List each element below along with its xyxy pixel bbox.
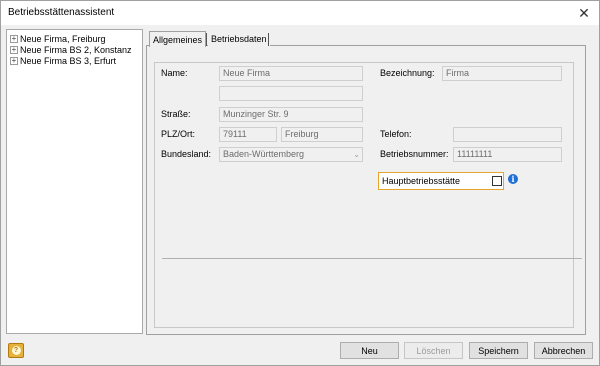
form-divider	[162, 258, 582, 259]
phone-label: Telefon:	[380, 129, 412, 139]
name2-field[interactable]	[219, 86, 363, 101]
name-field[interactable]: Neue Firma	[219, 66, 363, 81]
plz-city-label: PLZ/Ort:	[161, 129, 196, 139]
designation-field[interactable]: Firma	[442, 66, 562, 81]
help-button[interactable]: ?	[8, 343, 24, 358]
company-number-field[interactable]: 11111111	[453, 147, 562, 162]
title-bar: Betriebsstättenassistent ✕	[1, 1, 599, 25]
phone-field[interactable]	[453, 127, 562, 142]
delete-button[interactable]: Löschen	[404, 342, 463, 359]
new-button[interactable]: Neu	[340, 342, 399, 359]
state-value: Baden-Württemberg	[223, 149, 305, 159]
tab-separator	[206, 33, 207, 46]
tree-item-freiburg[interactable]: + Neue Firma, Freiburg	[10, 33, 106, 44]
tree-item-konstanz[interactable]: + Neue Firma BS 2, Konstanz	[10, 44, 132, 55]
tree-item-label: Neue Firma, Freiburg	[20, 33, 106, 44]
tab-separator	[268, 33, 269, 46]
plz-field[interactable]: 79111	[219, 127, 277, 142]
state-combobox[interactable]: Baden-Württemberg ⌄	[219, 147, 363, 162]
company-number-label: Betriebsnummer:	[380, 149, 449, 159]
expand-icon[interactable]: +	[10, 45, 18, 54]
tree-item-label: Neue Firma BS 3, Erfurt	[20, 55, 117, 66]
expand-icon[interactable]: +	[10, 56, 18, 65]
window-title: Betriebsstättenassistent	[8, 7, 115, 18]
info-icon[interactable]: i	[508, 174, 518, 184]
street-label: Straße:	[161, 109, 191, 119]
tab-allgemeines[interactable]: Allgemeines	[149, 31, 207, 47]
general-form	[154, 62, 582, 328]
tree-item-erfurt[interactable]: + Neue Firma BS 3, Erfurt	[10, 55, 116, 66]
name-label: Name:	[161, 68, 188, 78]
headquarters-checkbox-row[interactable]: Hauptbetriebsstätte	[378, 172, 504, 190]
assistant-window: Betriebsstättenassistent ✕ + Neue Firma,…	[0, 0, 600, 366]
street-field[interactable]: Munzinger Str. 9	[219, 107, 363, 122]
close-icon[interactable]: ✕	[573, 3, 595, 23]
city-field[interactable]: Freiburg	[281, 127, 363, 142]
tree-item-label: Neue Firma BS 2, Konstanz	[20, 44, 132, 55]
help-icon: ?	[11, 346, 21, 355]
headquarters-checkbox[interactable]	[492, 176, 502, 186]
tab-betriebsdaten[interactable]: Betriebsdaten	[208, 31, 270, 47]
designation-label: Bezeichnung:	[380, 68, 435, 78]
headquarters-label: Hauptbetriebsstätte	[382, 176, 461, 186]
chevron-down-icon[interactable]: ⌄	[353, 148, 360, 161]
state-label: Bundesland:	[161, 149, 212, 159]
cancel-button[interactable]: Abbrechen	[534, 342, 593, 359]
company-tree[interactable]: + Neue Firma, Freiburg + Neue Firma BS 2…	[6, 29, 143, 334]
expand-icon[interactable]: +	[10, 34, 18, 43]
save-button[interactable]: Speichern	[469, 342, 528, 359]
tab-panel-allgemeines	[146, 45, 586, 335]
